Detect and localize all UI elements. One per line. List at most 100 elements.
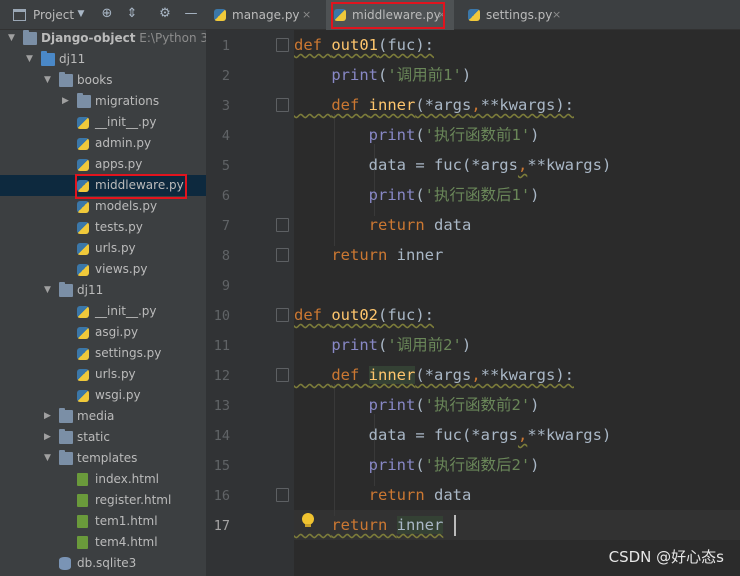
tree-item-static[interactable]: ▶ static	[0, 427, 206, 448]
code-token: print	[368, 456, 416, 474]
code-token: out02	[331, 306, 378, 324]
dropdown-arrow-icon[interactable]: ▼	[73, 6, 89, 22]
tree-item-settings-py[interactable]: settings.py	[0, 343, 206, 364]
line-number: 8	[221, 248, 230, 264]
code-token: inner	[396, 516, 444, 534]
tree-item-dj11[interactable]: ▼ dj11	[0, 49, 206, 70]
line-number: 6	[221, 188, 230, 204]
tree-item-dj11[interactable]: ▼ dj11	[0, 280, 206, 301]
line-number: 10	[213, 308, 230, 324]
folder-icon	[59, 408, 73, 423]
code-token: (fuc):	[378, 306, 434, 324]
code-token: data	[433, 216, 472, 234]
code-line: return data	[294, 480, 472, 510]
expand-arrow-icon[interactable]: ▼	[44, 448, 54, 469]
code-token: )	[530, 456, 540, 474]
fold-marker-icon[interactable]	[276, 218, 289, 232]
code-token: return	[331, 516, 397, 534]
tree-item-init-py[interactable]: __init__.py	[0, 112, 206, 133]
python-file-icon	[77, 306, 89, 318]
tree-item-index-html[interactable]: index.html	[0, 469, 206, 490]
tree-item-label: views.py	[95, 262, 148, 276]
tree-item-middleware-py[interactable]: middleware.py	[0, 175, 206, 196]
code-token: print	[368, 396, 416, 414]
tree-item-label: __init__.py	[95, 304, 157, 318]
tree-item-urls-py[interactable]: urls.py	[0, 238, 206, 259]
tree-item-templates[interactable]: ▼ templates	[0, 448, 206, 469]
line-number: 9	[221, 278, 230, 294]
tree-item-books[interactable]: ▼ books	[0, 70, 206, 91]
fold-marker-icon[interactable]	[276, 38, 289, 52]
tree-item-urls-py[interactable]: urls.py	[0, 364, 206, 385]
code-token: **kwargs)	[527, 156, 612, 174]
tree-item-tests-py[interactable]: tests.py	[0, 217, 206, 238]
tree-item-tem1-html[interactable]: tem1.html	[0, 511, 206, 532]
fold-marker-icon[interactable]	[276, 368, 289, 382]
fold-marker-icon[interactable]	[276, 488, 289, 502]
tree-item-asgi-py[interactable]: asgi.py	[0, 322, 206, 343]
collapse-arrow-icon[interactable]: ▶	[62, 91, 72, 112]
tree-item-media[interactable]: ▶ media	[0, 406, 206, 427]
code-token: (	[378, 66, 388, 84]
settings-gear-icon[interactable]: ⚙	[157, 6, 173, 22]
tree-item-db-sqlite3[interactable]: db.sqlite3	[0, 553, 206, 574]
tree-item-label: settings.py	[95, 346, 162, 360]
editor-tab-bar: manage.py × middleware.py × settings.py …	[206, 0, 740, 30]
collapse-arrow-icon[interactable]: ▶	[44, 406, 54, 427]
tree-item-label: apps.py	[95, 157, 143, 171]
tree-item-label: dj11	[77, 283, 104, 297]
html-file-icon	[77, 473, 88, 486]
code-token: inner	[368, 96, 416, 114]
close-icon[interactable]: ×	[437, 0, 446, 30]
collapse-arrow-icon[interactable]: ▶	[44, 427, 54, 448]
close-icon[interactable]: ×	[302, 0, 311, 30]
code-token: (	[378, 336, 388, 354]
tree-item-label: models.py	[95, 199, 158, 213]
html-file-icon	[77, 515, 88, 528]
code-token: (	[415, 396, 425, 414]
tab-manage-py[interactable]: manage.py ×	[206, 0, 318, 30]
tree-item-views-py[interactable]: views.py	[0, 259, 206, 280]
fold-marker-icon[interactable]	[276, 98, 289, 112]
tree-item-migrations[interactable]: ▶ migrations	[0, 91, 206, 112]
line-number: 5	[221, 158, 230, 174]
close-icon[interactable]: ×	[552, 0, 561, 30]
expand-arrow-icon[interactable]: ▼	[44, 280, 54, 301]
code-token: '执行函数后2'	[424, 456, 531, 474]
fold-marker-icon[interactable]	[276, 248, 289, 262]
tree-item-apps-py[interactable]: apps.py	[0, 154, 206, 175]
code-token: data	[433, 486, 472, 504]
expand-arrow-icon[interactable]: ▼	[26, 49, 36, 70]
collapse-all-icon[interactable]: ⇕	[124, 6, 140, 22]
code-line: def out02(fuc):	[294, 300, 434, 330]
line-number: 12	[213, 368, 230, 384]
code-token: '执行函数前1'	[424, 126, 531, 144]
line-number: 15	[213, 458, 230, 474]
expand-arrow-icon[interactable]: ▼	[44, 70, 54, 91]
folder-icon	[77, 93, 91, 108]
tab-settings-py[interactable]: settings.py ×	[460, 0, 570, 30]
locate-target-icon[interactable]: ⊕	[99, 6, 115, 22]
tree-item-label: urls.py	[95, 241, 136, 255]
tree-item-label: index.html	[95, 472, 159, 486]
tree-item-admin-py[interactable]: admin.py	[0, 133, 206, 154]
lightbulb-icon[interactable]	[302, 513, 314, 527]
tree-item-models-py[interactable]: models.py	[0, 196, 206, 217]
expand-arrow-icon[interactable]: ▼	[8, 28, 18, 49]
hide-panel-icon[interactable]: —	[183, 6, 199, 22]
tree-item-tem4-html[interactable]: tem4.html	[0, 532, 206, 553]
tree-item-register-html[interactable]: register.html	[0, 490, 206, 511]
tree-item-wsgi-py[interactable]: wsgi.py	[0, 385, 206, 406]
fold-marker-icon[interactable]	[276, 308, 289, 322]
folder-icon	[59, 429, 73, 444]
code-token: )	[461, 66, 472, 84]
code-token: (	[415, 456, 425, 474]
project-view-selector[interactable]: Project	[33, 8, 74, 22]
code-token: '调用前2'	[387, 336, 462, 354]
tree-item-init-py[interactable]: __init__.py	[0, 301, 206, 322]
tree-item-django-object[interactable]: ▼ Django-object E:\Python 3.	[0, 28, 206, 49]
code-token: data = fuc(*args	[294, 156, 518, 174]
tree-item-label: migrations	[95, 94, 160, 108]
folder-icon	[59, 72, 73, 87]
tab-middleware-py[interactable]: middleware.py ×	[326, 0, 454, 30]
